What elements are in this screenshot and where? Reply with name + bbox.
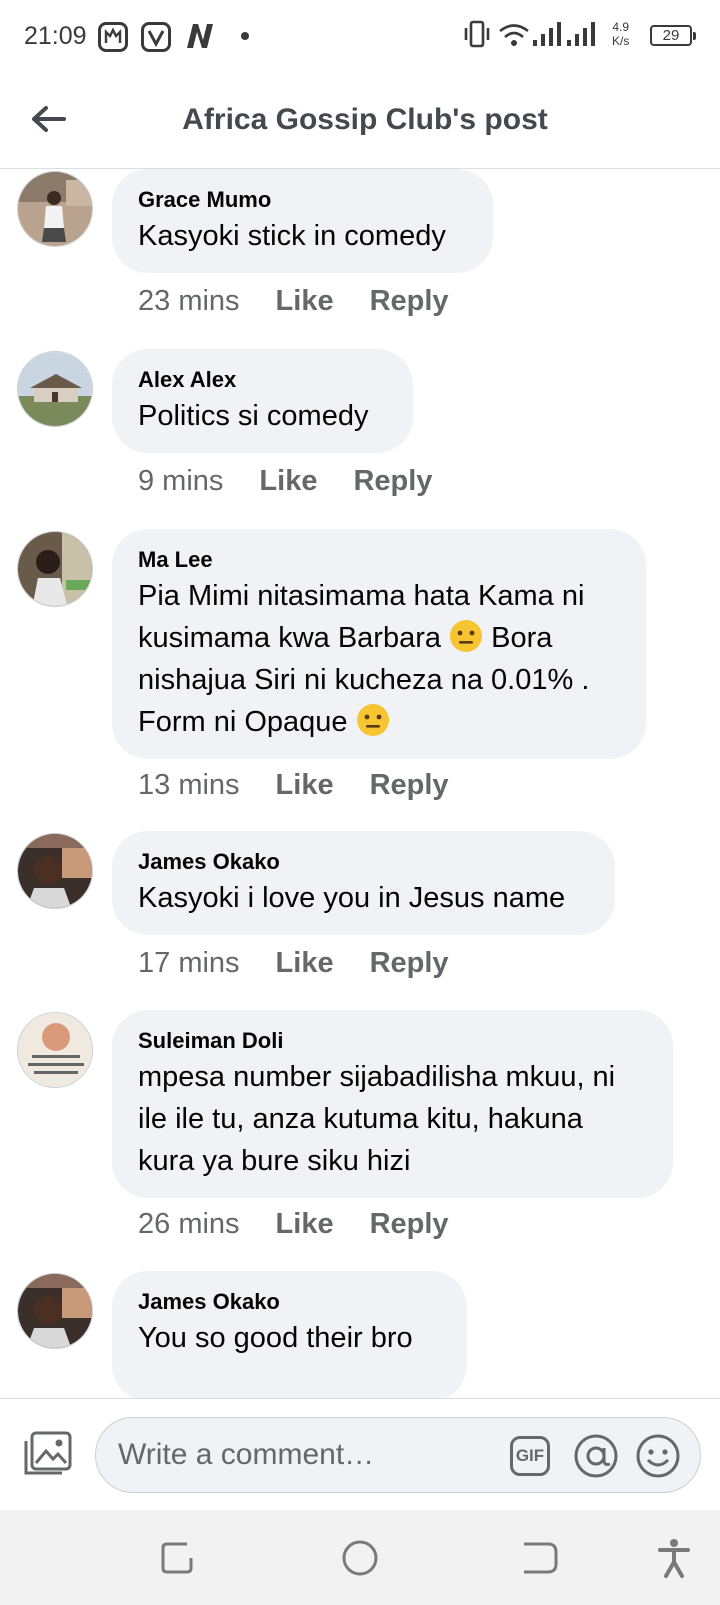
network-speed: 4.9 K/s (612, 20, 630, 48)
emoji-button[interactable] (634, 1432, 682, 1480)
gallery-icon (98, 22, 128, 52)
reply-button[interactable]: Reply (370, 947, 449, 979)
photo-icon (24, 1431, 72, 1475)
reply-button[interactable]: Reply (370, 285, 449, 317)
reply-button[interactable]: Reply (370, 1208, 449, 1240)
avatar[interactable] (17, 351, 93, 427)
system-nav-bar (0, 1510, 720, 1605)
comment-bubble: Ma Lee Pia Mimi nitasimama hata Kama ni … (112, 529, 646, 759)
vibrate-icon (464, 20, 490, 48)
avatar[interactable] (17, 1012, 93, 1088)
accessibility-icon (658, 1539, 690, 1578)
like-button[interactable]: Like (276, 769, 334, 801)
signal-2-icon (567, 22, 595, 46)
home-button[interactable] (338, 1536, 382, 1580)
comment-author[interactable]: James Okako (138, 847, 589, 877)
comment-author[interactable]: Grace Mumo (138, 185, 467, 215)
comment-time: 9 mins (138, 465, 224, 497)
avatar[interactable] (17, 1273, 93, 1349)
comment-text: mpesa number sijabadilisha mkuu, ni ile … (138, 1061, 616, 1177)
page-title: Africa Gossip Club's post (182, 103, 548, 136)
comment-text: Kasyoki stick in comedy (138, 220, 446, 252)
vibe-icon (141, 22, 171, 52)
comment-author[interactable]: Suleiman Doli (138, 1026, 647, 1056)
comment-actions: 23 mins Like Reply (138, 285, 485, 318)
comment-time: 17 mins (138, 947, 240, 979)
comment-actions: 26 mins Like Reply (138, 1208, 485, 1241)
home-circle-icon (342, 1540, 378, 1576)
comment-time: 23 mins (138, 285, 240, 317)
comment-input[interactable]: Write a comment… GIF (95, 1417, 701, 1493)
at-sign-icon (574, 1434, 618, 1478)
comment-author[interactable]: Alex Alex (138, 365, 387, 395)
neutral-face-emoji-icon (450, 620, 483, 652)
comment-bubble: James Okako You so good their bro (112, 1271, 467, 1399)
comment-text: Kasyoki i love you in Jesus name (138, 882, 566, 914)
comment-time: 13 mins (138, 769, 240, 801)
reply-button[interactable]: Reply (370, 769, 449, 801)
comment-author[interactable]: James Okako (138, 1287, 441, 1317)
like-button[interactable]: Like (276, 947, 334, 979)
status-time: 21:09 (24, 22, 87, 50)
back-nav-icon (524, 1542, 558, 1574)
n-app-icon (187, 24, 213, 48)
comment-text: You so good their bro (138, 1322, 413, 1354)
recent-apps-button[interactable] (157, 1536, 201, 1580)
status-bar: 21:09 4.9 K/s 29 (0, 0, 720, 72)
comment-actions: 9 mins Like Reply (138, 465, 468, 498)
notification-dot-icon (241, 32, 249, 40)
gif-button[interactable]: GIF (510, 1436, 550, 1476)
back-nav-button[interactable] (518, 1536, 562, 1580)
smiley-icon (636, 1434, 680, 1478)
comment-bubble: James Okako Kasyoki i love you in Jesus … (112, 831, 615, 935)
comment-bubble: Grace Mumo Kasyoki stick in comedy (112, 169, 493, 273)
neutral-face-emoji-icon (356, 704, 389, 736)
like-button[interactable]: Like (276, 1208, 334, 1240)
wifi-icon (499, 24, 529, 46)
like-button[interactable]: Like (276, 285, 334, 317)
recents-icon (161, 1542, 193, 1574)
comment-author[interactable]: Ma Lee (138, 545, 620, 575)
battery-icon: 29 (650, 25, 696, 46)
comment-actions: 13 mins Like Reply (138, 769, 485, 802)
comment-actions: 17 mins Like Reply (138, 947, 485, 980)
comment-text: Politics si comedy (138, 400, 369, 432)
signal-1-icon (533, 22, 561, 46)
comment-bubble: Suleiman Doli mpesa number sijabadilisha… (112, 1010, 673, 1198)
comment-bubble: Alex Alex Politics si comedy (112, 349, 413, 453)
post-header: Africa Gossip Club's post (0, 72, 720, 169)
comment-placeholder: Write a comment… (118, 1438, 375, 1471)
avatar[interactable] (17, 833, 93, 909)
comment-text: Pia Mimi nitasimama hata Kama ni kusimam… (138, 580, 590, 738)
avatar[interactable] (17, 171, 93, 247)
mention-button[interactable] (572, 1432, 620, 1480)
reply-button[interactable]: Reply (353, 465, 432, 497)
like-button[interactable]: Like (259, 465, 317, 497)
comment-time: 26 mins (138, 1208, 240, 1240)
photo-button[interactable] (22, 1429, 74, 1479)
comment-composer: Write a comment… GIF (0, 1398, 720, 1511)
avatar[interactable] (17, 531, 93, 607)
comment-list: Grace Mumo Kasyoki stick in comedy 23 mi… (0, 169, 720, 1399)
accessibility-button[interactable] (652, 1536, 696, 1580)
